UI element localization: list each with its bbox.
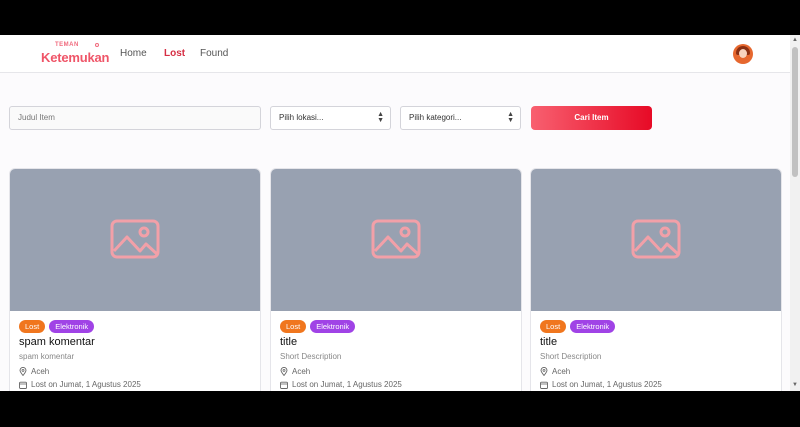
calendar-icon (280, 381, 288, 389)
item-date-text: Lost on Jumat, 1 Agustus 2025 (552, 380, 662, 389)
item-title-input[interactable]: Judul Item (9, 106, 261, 130)
item-location: Aceh (19, 367, 49, 376)
location-select[interactable]: Pilih lokasi... ▲ ▼ (270, 106, 391, 130)
item-date: Lost on Jumat, 1 Agustus 2025 (280, 380, 402, 389)
tag-list: Lost Elektronik (540, 320, 616, 333)
calendar-icon (540, 381, 548, 389)
updown-caret-icon: ▲ ▼ (377, 111, 384, 124)
category-select[interactable]: Pilih kategori... ▲ ▼ (400, 106, 521, 130)
item-date-text: Lost on Jumat, 1 Agustus 2025 (292, 380, 402, 389)
item-thumbnail (531, 169, 781, 311)
image-placeholder-icon (110, 219, 160, 259)
image-placeholder-icon (631, 219, 681, 259)
item-card[interactable]: Lost Elektronik title Short Description … (270, 168, 522, 391)
brand-logo[interactable]: TEMAN Ketemukan (41, 42, 109, 68)
scrollbar-thumb[interactable] (792, 47, 798, 177)
status-badge: Lost (540, 320, 567, 333)
nav-lost[interactable]: Lost (164, 48, 185, 59)
item-date: Lost on Jumat, 1 Agustus 2025 (540, 380, 662, 389)
updown-caret-icon: ▲ ▼ (507, 111, 514, 124)
brand-name: Ketemukan (41, 50, 110, 65)
item-location-text: Aceh (292, 367, 311, 376)
tag-list: Lost Elektronik (19, 320, 95, 333)
item-card[interactable]: Lost Elektronik spam komentar spam komen… (9, 168, 261, 391)
image-placeholder-icon (371, 219, 421, 259)
item-location: Aceh (540, 367, 570, 376)
item-description: spam komentar (19, 352, 75, 361)
item-date-text: Lost on Jumat, 1 Agustus 2025 (31, 380, 141, 389)
scroll-up-arrow-icon[interactable]: ▲ (792, 37, 798, 43)
item-thumbnail (271, 169, 521, 311)
tag-list: Lost Elektronik (280, 320, 356, 333)
scroll-down-arrow-icon[interactable]: ▼ (792, 382, 798, 388)
item-title: title (540, 336, 558, 348)
location-select-value: Pilih lokasi... (279, 113, 324, 122)
app-viewport: TEMAN Ketemukan Home Lost Found Judul It… (0, 35, 800, 391)
map-pin-icon (280, 367, 288, 376)
item-thumbnail (10, 169, 260, 311)
category-badge: Elektronik (570, 320, 616, 333)
status-badge: Lost (19, 320, 46, 333)
brand-small-text: TEMAN (55, 42, 79, 48)
item-title: spam komentar (19, 336, 95, 348)
calendar-icon (19, 381, 27, 389)
category-badge: Elektronik (310, 320, 356, 333)
item-location-text: Aceh (552, 367, 571, 376)
nav-found[interactable]: Found (200, 48, 228, 59)
item-title: title (280, 336, 298, 348)
page-scrollbar[interactable]: ▲ ▼ (790, 35, 800, 391)
item-date: Lost on Jumat, 1 Agustus 2025 (19, 380, 141, 389)
nav-home[interactable]: Home (120, 48, 147, 59)
item-location-text: Aceh (31, 367, 50, 376)
item-description: Short Description (540, 352, 602, 361)
brand-dot-icon (95, 43, 99, 47)
item-location: Aceh (280, 367, 310, 376)
avatar-face (739, 49, 747, 58)
item-card[interactable]: Lost Elektronik title Short Description … (530, 168, 782, 391)
status-badge: Lost (280, 320, 307, 333)
search-item-button[interactable]: Cari Item (531, 106, 652, 130)
item-description: Short Description (280, 352, 342, 361)
top-navbar: TEMAN Ketemukan Home Lost Found (0, 35, 790, 73)
map-pin-icon (19, 367, 27, 376)
map-pin-icon (540, 367, 548, 376)
user-avatar[interactable] (733, 44, 753, 64)
category-badge: Elektronik (49, 320, 95, 333)
category-select-value: Pilih kategori... (409, 113, 462, 122)
